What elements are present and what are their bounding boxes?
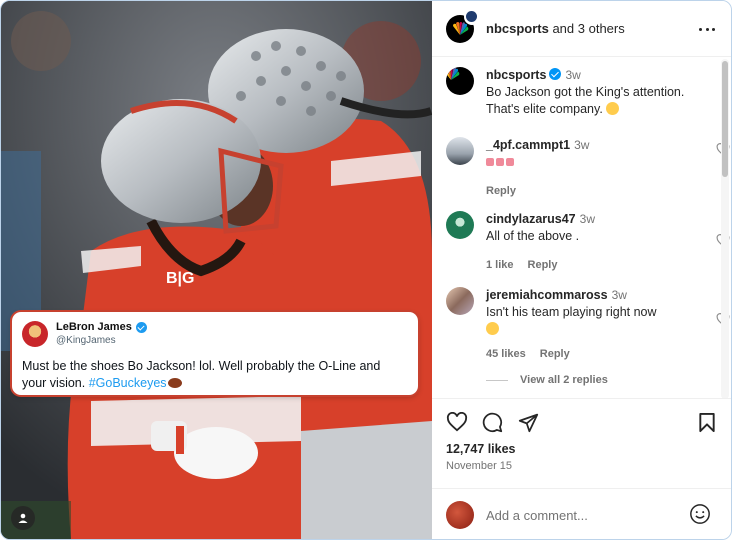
caption-text: Bo Jackson got the King's attention. Tha… <box>486 85 685 116</box>
comments-list: nbcsports 3w Bo Jackson got the King's at… <box>432 57 731 397</box>
caption-item: nbcsports 3w Bo Jackson got the King's at… <box>446 67 716 117</box>
tweet-hashtag: #GoBuckeyes <box>88 376 167 390</box>
comment-time[interactable]: 3w <box>580 212 595 226</box>
self-avatar <box>446 501 474 529</box>
comment-username[interactable]: jeremiahcommaross <box>486 288 608 302</box>
tweet-body: Must be the shoes Bo Jackson! lol. Well … <box>22 359 381 390</box>
share-icon[interactable] <box>518 412 539 433</box>
more-options-button[interactable] <box>699 21 715 37</box>
comment-text: Isn't his team playing right now <box>486 305 657 319</box>
comment-item: jeremiahcommaross 3w Isn't his team playi… <box>446 287 730 362</box>
laughing-emoji-icon <box>486 322 499 335</box>
post-side-panel: nbcsports and 3 others nbcsports 3w Bo J… <box>432 1 731 539</box>
post-modal: B|G LeBron James @KingJames Must be the … <box>0 0 732 540</box>
comment-text: All of the above . <box>486 229 580 243</box>
reply-button[interactable]: Reply <box>540 348 570 360</box>
tweet-text: Must be the shoes Bo Jackson! lol. Well … <box>22 358 408 392</box>
tweet-author-name: LeBron James <box>56 321 132 333</box>
user-tag-icon <box>18 513 28 523</box>
embedded-tweet: LeBron James @KingJames Must be the shoe… <box>12 312 418 395</box>
view-replies-label[interactable]: View all 2 replies <box>520 374 608 386</box>
user-tag-button[interactable] <box>11 506 35 530</box>
comment-likes[interactable]: 1 like <box>486 259 514 271</box>
verified-icon <box>549 68 562 80</box>
comment-composer <box>432 488 731 539</box>
comment-icon[interactable] <box>482 412 503 433</box>
comment-time[interactable]: 3w <box>612 288 627 302</box>
comment-time[interactable]: 3w <box>574 138 589 152</box>
nbc-peacock-icon <box>446 67 460 80</box>
comment-avatar[interactable] <box>446 137 474 165</box>
collab-avatar <box>464 8 480 25</box>
comment-avatar[interactable] <box>446 287 474 315</box>
comment-item: cindylazarus47 3w All of the above . 1 li… <box>446 211 730 271</box>
replies-divider <box>486 379 508 381</box>
bookmark-icon[interactable] <box>698 412 716 433</box>
post-photo[interactable]: B|G LeBron James @KingJames Must be the … <box>1 1 432 539</box>
owner-avatar[interactable] <box>446 8 480 43</box>
emoji-icon[interactable] <box>689 503 711 525</box>
post-header: nbcsports and 3 others <box>432 1 731 57</box>
likes-count[interactable]: 12,747 likes <box>446 442 516 456</box>
post-date[interactable]: November 15 <box>446 460 512 472</box>
emoji-icon <box>606 102 620 115</box>
nbc-peacock-icon <box>453 21 469 35</box>
comment-item: _4pf.cammpt1 3w Reply <box>446 137 730 197</box>
football-icon <box>167 378 182 388</box>
football-players-image: B|G <box>1 1 432 539</box>
post-owner-username[interactable]: nbcsports <box>486 21 549 36</box>
tweet-avatar <box>22 321 48 347</box>
scrollbar-thumb[interactable] <box>722 61 728 177</box>
comment-avatar[interactable] <box>446 211 474 239</box>
caption-avatar[interactable] <box>446 67 474 95</box>
comment-text <box>486 154 701 171</box>
caption-username[interactable]: nbcsports <box>486 68 546 82</box>
more-icon <box>699 27 702 31</box>
heart-icon[interactable] <box>446 412 468 432</box>
tweet-handle: @KingJames <box>56 335 116 346</box>
caption-time[interactable]: 3w <box>565 68 580 82</box>
verified-icon <box>135 322 147 333</box>
view-replies-button[interactable]: View all 2 replies <box>486 374 608 386</box>
comment-username[interactable]: cindylazarus47 <box>486 212 576 226</box>
post-owner-label[interactable]: nbcsports and 3 others <box>486 21 625 36</box>
reply-button[interactable]: Reply <box>486 185 516 197</box>
reply-button[interactable]: Reply <box>528 259 558 271</box>
svg-text:B|G: B|G <box>166 270 194 287</box>
comments-scrollbar[interactable] <box>721 59 729 399</box>
comment-username[interactable]: _4pf.cammpt1 <box>486 138 570 152</box>
comment-likes[interactable]: 45 likes <box>486 348 526 360</box>
collab-others[interactable]: and 3 others <box>549 21 624 36</box>
comment-input[interactable] <box>486 507 686 523</box>
